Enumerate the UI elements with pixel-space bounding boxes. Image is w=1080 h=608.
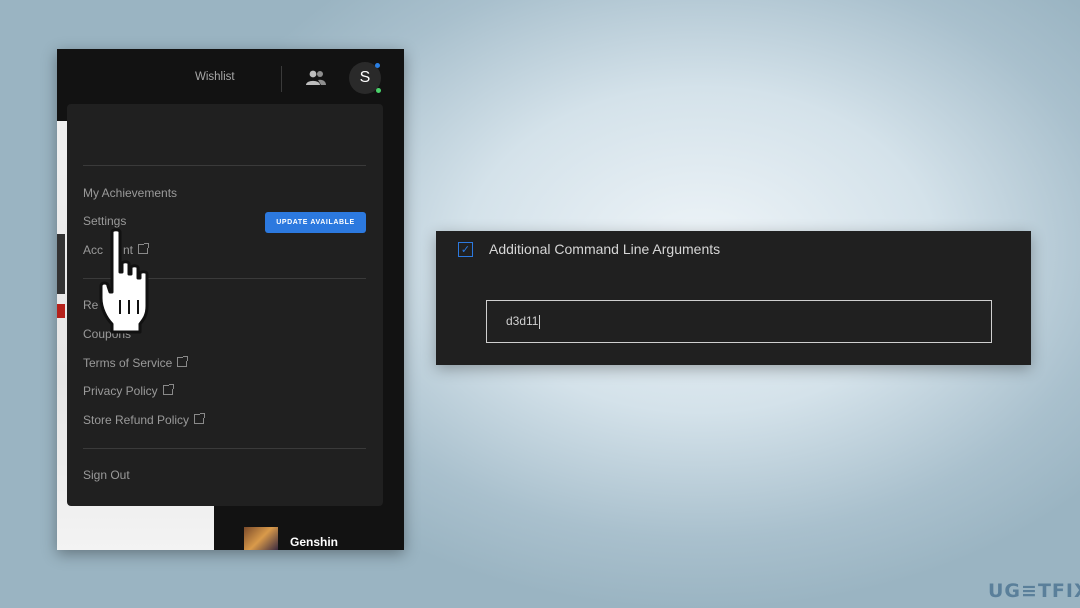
menu-item-my-achievements[interactable]: My Achievements bbox=[83, 186, 177, 200]
game-art-fragment bbox=[57, 304, 65, 318]
additional-args-label: Additional Command Line Arguments bbox=[489, 241, 721, 257]
menu-item-redeem-code[interactable]: Re bbox=[83, 298, 98, 312]
wishlist-link[interactable]: Wishlist bbox=[195, 71, 235, 83]
additional-args-checkbox[interactable]: ✓ bbox=[458, 242, 473, 257]
divider bbox=[83, 448, 366, 449]
menu-item-settings[interactable]: Settings bbox=[83, 214, 126, 228]
external-link-icon bbox=[194, 413, 206, 424]
external-link-icon bbox=[162, 384, 174, 395]
genshin-title[interactable]: Genshin bbox=[290, 535, 338, 549]
top-bar: Wishlist S bbox=[57, 49, 404, 107]
menu-item-sign-out[interactable]: Sign Out bbox=[83, 468, 130, 482]
watermark-logo: UG≡TFIX bbox=[988, 580, 1080, 602]
friends-icon[interactable] bbox=[305, 69, 327, 87]
command-line-args-input[interactable]: d3d11 bbox=[486, 300, 992, 343]
update-available-badge[interactable]: UPDATE AVAILABLE bbox=[265, 212, 366, 233]
divider bbox=[281, 66, 282, 92]
external-link-icon bbox=[177, 356, 189, 367]
menu-item-terms-of-service[interactable]: Terms of Service bbox=[83, 356, 189, 370]
menu-item-privacy-policy[interactable]: Privacy Policy bbox=[83, 384, 174, 398]
divider bbox=[83, 165, 366, 166]
genshin-thumbnail[interactable] bbox=[244, 527, 278, 550]
text-caret bbox=[539, 314, 541, 329]
launch-options-panel: ✓ Additional Command Line Arguments d3d1… bbox=[436, 231, 1031, 365]
game-art-fragment bbox=[57, 234, 65, 294]
online-status-dot bbox=[376, 88, 381, 93]
menu-item-store-refund-policy[interactable]: Store Refund Policy bbox=[83, 413, 206, 427]
hand-pointer-cursor-icon bbox=[99, 228, 149, 334]
notification-dot bbox=[375, 63, 380, 68]
args-input-value: d3d11 bbox=[506, 314, 539, 328]
launcher-panel: Genshin Wishlist S My Achievements Setti… bbox=[57, 49, 404, 550]
